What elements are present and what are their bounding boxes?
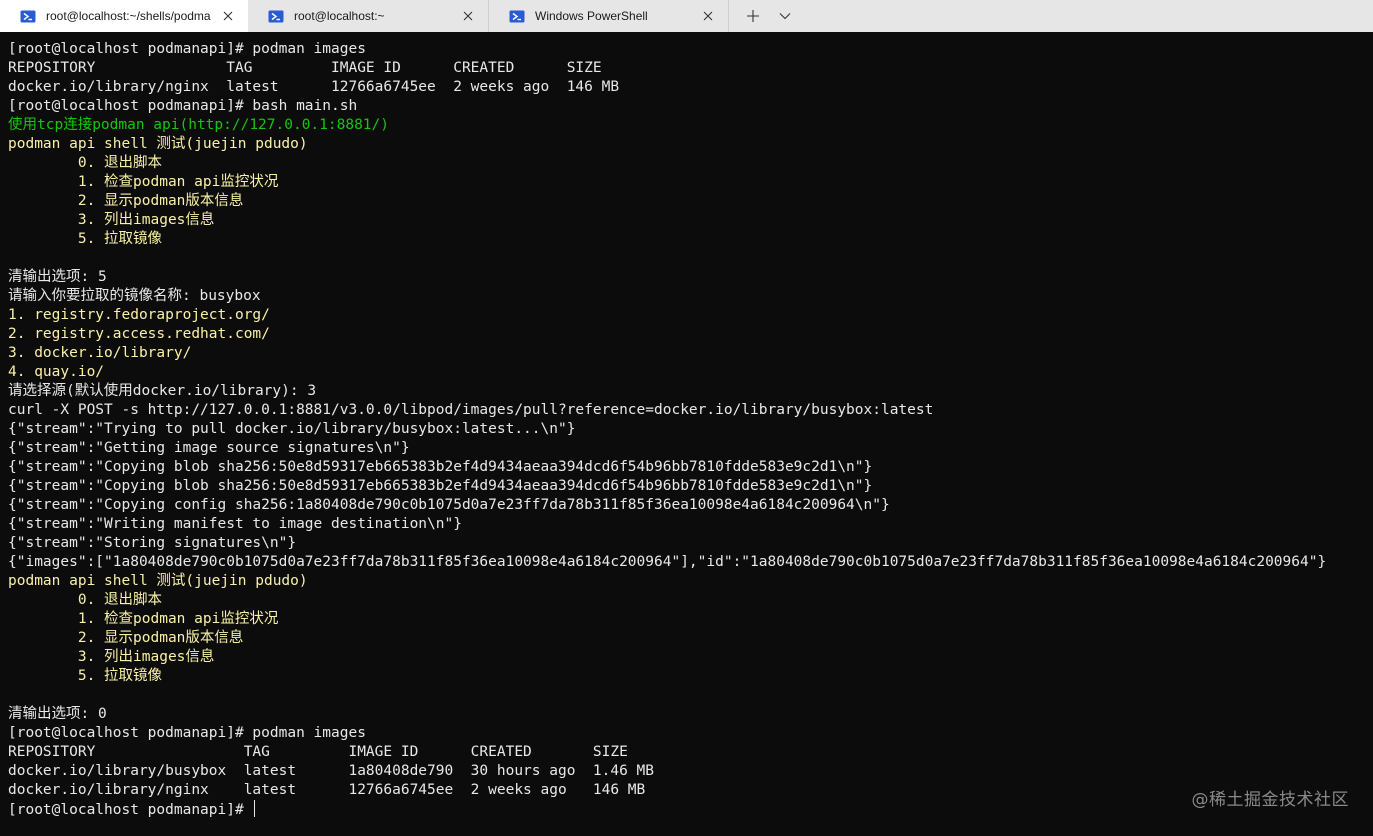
terminal-line: {"stream":"Trying to pull docker.io/libr… [8, 421, 576, 437]
plus-icon [747, 10, 759, 22]
terminal-line: 2. 显示podman版本信息 [8, 193, 244, 209]
close-icon[interactable] [694, 2, 722, 30]
terminal-line: REPOSITORY TAG IMAGE ID CREATED SIZE [8, 60, 602, 76]
terminal-line: podman api shell 测试(juejin pdudo) [8, 573, 308, 589]
new-tab-button[interactable] [737, 0, 769, 32]
terminal-line: 0. 退出脚本 [8, 155, 163, 171]
powershell-icon [268, 10, 284, 22]
terminal-line: {"stream":"Copying blob sha256:50e8d5931… [8, 459, 873, 475]
terminal-line: 5. 拉取镜像 [8, 668, 163, 684]
terminal-line: 请输入你要拉取的镜像名称: busybox [8, 288, 261, 304]
watermark: @稀土掘金技术社区 [1191, 790, 1349, 810]
tab-windows-powershell[interactable]: Windows PowerShell [489, 0, 729, 32]
terminal-line: podman api shell 测试(juejin pdudo) [8, 136, 308, 152]
terminal-line: docker.io/library/nginx latest 12766a674… [8, 79, 620, 95]
terminal-line: {"stream":"Copying config sha256:1a80408… [8, 497, 890, 513]
tab-dropdown-button[interactable] [769, 0, 801, 32]
tab-localhost-home[interactable]: root@localhost:~ [248, 0, 489, 32]
terminal-line: 清输出选项: 5 [8, 269, 107, 285]
powershell-icon [20, 10, 36, 22]
terminal-line: {"stream":"Copying blob sha256:50e8d5931… [8, 478, 873, 494]
terminal-prompt-line[interactable]: [root@localhost podmanapi]# [8, 800, 1373, 819]
terminal-line: 2. 显示podman版本信息 [8, 630, 244, 646]
terminal-line: 2. registry.access.redhat.com/ [8, 326, 270, 342]
shell-prompt: [root@localhost podmanapi]# [8, 802, 253, 818]
terminal-line: {"images":["1a80408de790c0b1075d0a7e23ff… [8, 554, 1327, 570]
terminal-line: 3. docker.io/library/ [8, 345, 192, 361]
terminal-line: {"stream":"Getting image source signatur… [8, 440, 410, 456]
close-icon[interactable] [454, 2, 482, 30]
terminal-line: 清输出选项: 0 [8, 706, 107, 722]
terminal-line: [root@localhost podmanapi]# podman image… [8, 41, 366, 57]
terminal-line: 4. quay.io/ [8, 364, 105, 380]
terminal-line: docker.io/library/busybox latest 1a80408… [8, 763, 655, 779]
tab-bar: root@localhost:~/shells/podma root@local… [0, 0, 1373, 32]
terminal-line: 1. 检查podman api监控状况 [8, 611, 279, 627]
text-cursor [254, 800, 256, 817]
tab-label: root@localhost:~ [294, 9, 385, 23]
terminal-line: [root@localhost podmanapi]# bash main.sh [8, 98, 358, 114]
terminal-line: 5. 拉取镜像 [8, 231, 163, 247]
terminal-line: [root@localhost podmanapi]# podman image… [8, 725, 366, 741]
terminal-line: 1. 检查podman api监控状况 [8, 174, 279, 190]
terminal-window: root@localhost:~/shells/podma root@local… [0, 0, 1373, 836]
terminal-line: 请选择源(默认使用docker.io/library): 3 [8, 383, 317, 399]
chevron-down-icon [779, 13, 791, 20]
powershell-icon [509, 10, 525, 22]
terminal-line: {"stream":"Storing signatures\n"} [8, 535, 297, 551]
terminal-line: 3. 列出images信息 [8, 212, 215, 228]
terminal-line: curl -X POST -s http://127.0.0.1:8881/v3… [8, 402, 934, 418]
terminal-line: {"stream":"Writing manifest to image des… [8, 516, 462, 532]
close-icon[interactable] [214, 2, 242, 30]
tab-label: root@localhost:~/shells/podma [46, 9, 211, 23]
terminal-line: 1. registry.fedoraproject.org/ [8, 307, 270, 323]
terminal-line: 0. 退出脚本 [8, 592, 163, 608]
tab-shells-podmanapi[interactable]: root@localhost:~/shells/podma [0, 0, 248, 32]
terminal-line: REPOSITORY TAG IMAGE ID CREATED SIZE [8, 744, 628, 760]
terminal-output[interactable]: [root@localhost podmanapi]# podman image… [8, 40, 1373, 836]
terminal-line: 使用tcp连接podman api(http://127.0.0.1:8881/… [8, 117, 389, 133]
terminal-line: docker.io/library/nginx latest 12766a674… [8, 782, 646, 798]
terminal-line: 3. 列出images信息 [8, 649, 215, 665]
tab-label: Windows PowerShell [535, 9, 648, 23]
